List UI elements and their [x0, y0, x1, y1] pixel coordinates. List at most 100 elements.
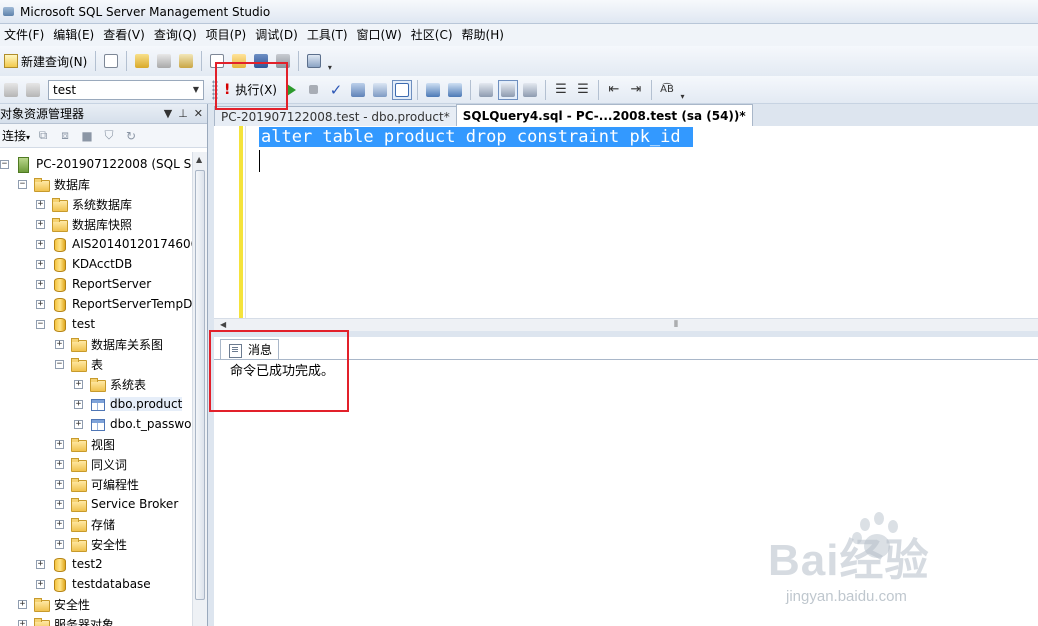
connect-icon[interactable]: ⧉ [34, 128, 52, 144]
tree-node-db-kdacctdb[interactable]: + KDAcctDB [36, 254, 132, 274]
expand-icon[interactable]: + [55, 499, 64, 509]
tree-node-storage[interactable]: + 存储 [55, 514, 115, 534]
pin-icon[interactable]: ⊥ [178, 107, 188, 120]
tree-node-db-diagrams[interactable]: + 数据库关系图 [55, 334, 163, 354]
tree-node-views[interactable]: + 视图 [55, 434, 115, 454]
tree-node-server-security[interactable]: + 安全性 [18, 594, 90, 614]
selected-sql-text[interactable]: alter table product drop constraint pk_i… [259, 127, 693, 147]
scroll-left-icon[interactable]: ◀ [220, 320, 226, 329]
menu-project[interactable]: 项目(P) [204, 24, 254, 46]
expand-icon[interactable]: + [36, 239, 45, 249]
analysis-query-button[interactable] [154, 51, 174, 71]
activity-monitor-button[interactable] [304, 51, 324, 71]
expand-icon[interactable]: + [74, 399, 83, 409]
save-button[interactable] [251, 51, 271, 71]
expand-icon[interactable]: + [55, 439, 64, 449]
expand-icon[interactable]: + [74, 419, 83, 429]
disconnect-icon[interactable]: ⧈ [56, 128, 74, 144]
display-plan-button[interactable] [348, 80, 368, 100]
collapse-icon[interactable]: − [0, 159, 9, 169]
connect-button[interactable] [1, 80, 21, 100]
results-to-file-button[interactable] [520, 80, 540, 100]
results-grid-button[interactable] [391, 79, 412, 100]
menu-query[interactable]: 查询(Q) [152, 24, 204, 46]
xmla-query-button[interactable] [176, 51, 196, 71]
stop-icon[interactable]: ■ [78, 128, 96, 144]
tree-node-system-tables[interactable]: + 系统表 [74, 374, 146, 394]
tree-node-db-test2[interactable]: + test2 [36, 554, 103, 574]
intellisense-button[interactable] [423, 80, 443, 100]
scrollbar-thumb[interactable] [195, 170, 205, 600]
tab-messages[interactable]: 消息 [220, 339, 280, 359]
collapse-icon[interactable]: − [55, 359, 64, 369]
decrease-indent-button[interactable]: ⇤ [604, 80, 624, 100]
dropdown-icon[interactable]: ▼ [164, 107, 172, 120]
tree-node-db-ais[interactable]: + AIS20140120174606 [36, 234, 192, 254]
tree-node-table-product[interactable]: + dbo.product [74, 394, 183, 414]
expand-icon[interactable]: + [55, 519, 64, 529]
tree-node-database-snapshots[interactable]: + 数据库快照 [36, 214, 132, 234]
tree-node-db-security[interactable]: + 安全性 [55, 534, 127, 554]
expand-icon[interactable]: + [55, 479, 64, 489]
scrollbar-grip-icon[interactable]: ⦀ [674, 320, 678, 330]
save-all-button[interactable] [273, 51, 293, 71]
new-file-button[interactable] [101, 51, 121, 71]
tree-node-table-t-password[interactable]: + dbo.t_password [74, 414, 192, 434]
tree-node-server[interactable]: − PC-201907122008 (SQL Server [0, 154, 192, 174]
cancel-query-button[interactable] [304, 80, 324, 100]
expand-icon[interactable]: + [36, 579, 45, 589]
template-button[interactable] [445, 80, 465, 100]
menu-edit[interactable]: 编辑(E) [51, 24, 101, 46]
execute-button[interactable]: ! 执行(X) [220, 78, 281, 102]
expand-icon[interactable]: + [18, 619, 27, 626]
tree-node-databases[interactable]: − 数据库 [18, 174, 90, 194]
increase-indent-button[interactable]: ⇥ [626, 80, 646, 100]
tree-node-server-objects[interactable]: + 服务器对象 [18, 614, 114, 626]
expand-icon[interactable]: + [36, 219, 45, 229]
menu-help[interactable]: 帮助(H) [460, 24, 511, 46]
expand-icon[interactable]: + [36, 199, 45, 209]
tree-node-programmability[interactable]: + 可编程性 [55, 474, 139, 494]
expand-icon[interactable]: + [36, 279, 45, 289]
tree-node-db-reportservertempdb[interactable]: + ReportServerTempDB [36, 294, 192, 314]
uncomment-button[interactable]: ☰ [573, 80, 593, 100]
tree-node-db-reportserver[interactable]: + ReportServer [36, 274, 151, 294]
expand-icon[interactable]: + [18, 599, 27, 609]
menu-window[interactable]: 窗口(W) [355, 24, 409, 46]
database-select[interactable]: test ▼ [48, 79, 204, 100]
open-file-button[interactable] [229, 51, 249, 71]
comment-button[interactable]: ☰ [551, 80, 571, 100]
menu-debug[interactable]: 调试(D) [253, 24, 305, 46]
expand-icon[interactable]: + [55, 459, 64, 469]
expand-icon[interactable]: + [55, 539, 64, 549]
db-engine-query-button[interactable] [132, 51, 152, 71]
expand-icon[interactable]: + [74, 379, 83, 389]
tree-node-synonyms[interactable]: + 同义词 [55, 454, 127, 474]
menu-view[interactable]: 查看(V) [101, 24, 152, 46]
expand-icon[interactable]: + [36, 559, 45, 569]
expand-icon[interactable]: + [36, 259, 45, 269]
results-to-grid-button[interactable] [497, 79, 518, 100]
specify-values-button[interactable]: A͡B [657, 80, 677, 100]
query-designer-button[interactable] [370, 80, 390, 100]
new-doc-button[interactable] [207, 51, 227, 71]
parse-button[interactable]: ✓ [326, 80, 346, 100]
refresh-icon[interactable]: ↻ [122, 128, 140, 144]
change-connection-button[interactable] [23, 80, 43, 100]
tree-node-db-testdatabase[interactable]: + testdatabase [36, 574, 151, 594]
scroll-up-icon[interactable]: ▲ [196, 155, 202, 164]
expand-icon[interactable]: + [55, 339, 64, 349]
include-plan-button[interactable] [476, 80, 496, 100]
tree-node-tables[interactable]: − 表 [55, 354, 103, 374]
toolbar-overflow-icon[interactable]: ▾ [678, 79, 687, 101]
menu-file[interactable]: 文件(F) [2, 24, 51, 46]
menu-tools[interactable]: 工具(T) [305, 24, 355, 46]
filter-icon[interactable]: ⛉ [100, 128, 118, 144]
debug-button[interactable] [282, 80, 302, 100]
toolbar-grip[interactable] [212, 79, 218, 100]
close-icon[interactable]: ✕ [194, 107, 203, 120]
tab-table-designer[interactable]: PC-201907122008.test - dbo.product* [214, 106, 457, 126]
object-explorer-scrollbar[interactable]: ▲ [192, 152, 207, 626]
connect-dropdown[interactable]: 连接▾ [0, 127, 32, 144]
tree-node-service-broker[interactable]: + Service Broker [55, 494, 178, 514]
